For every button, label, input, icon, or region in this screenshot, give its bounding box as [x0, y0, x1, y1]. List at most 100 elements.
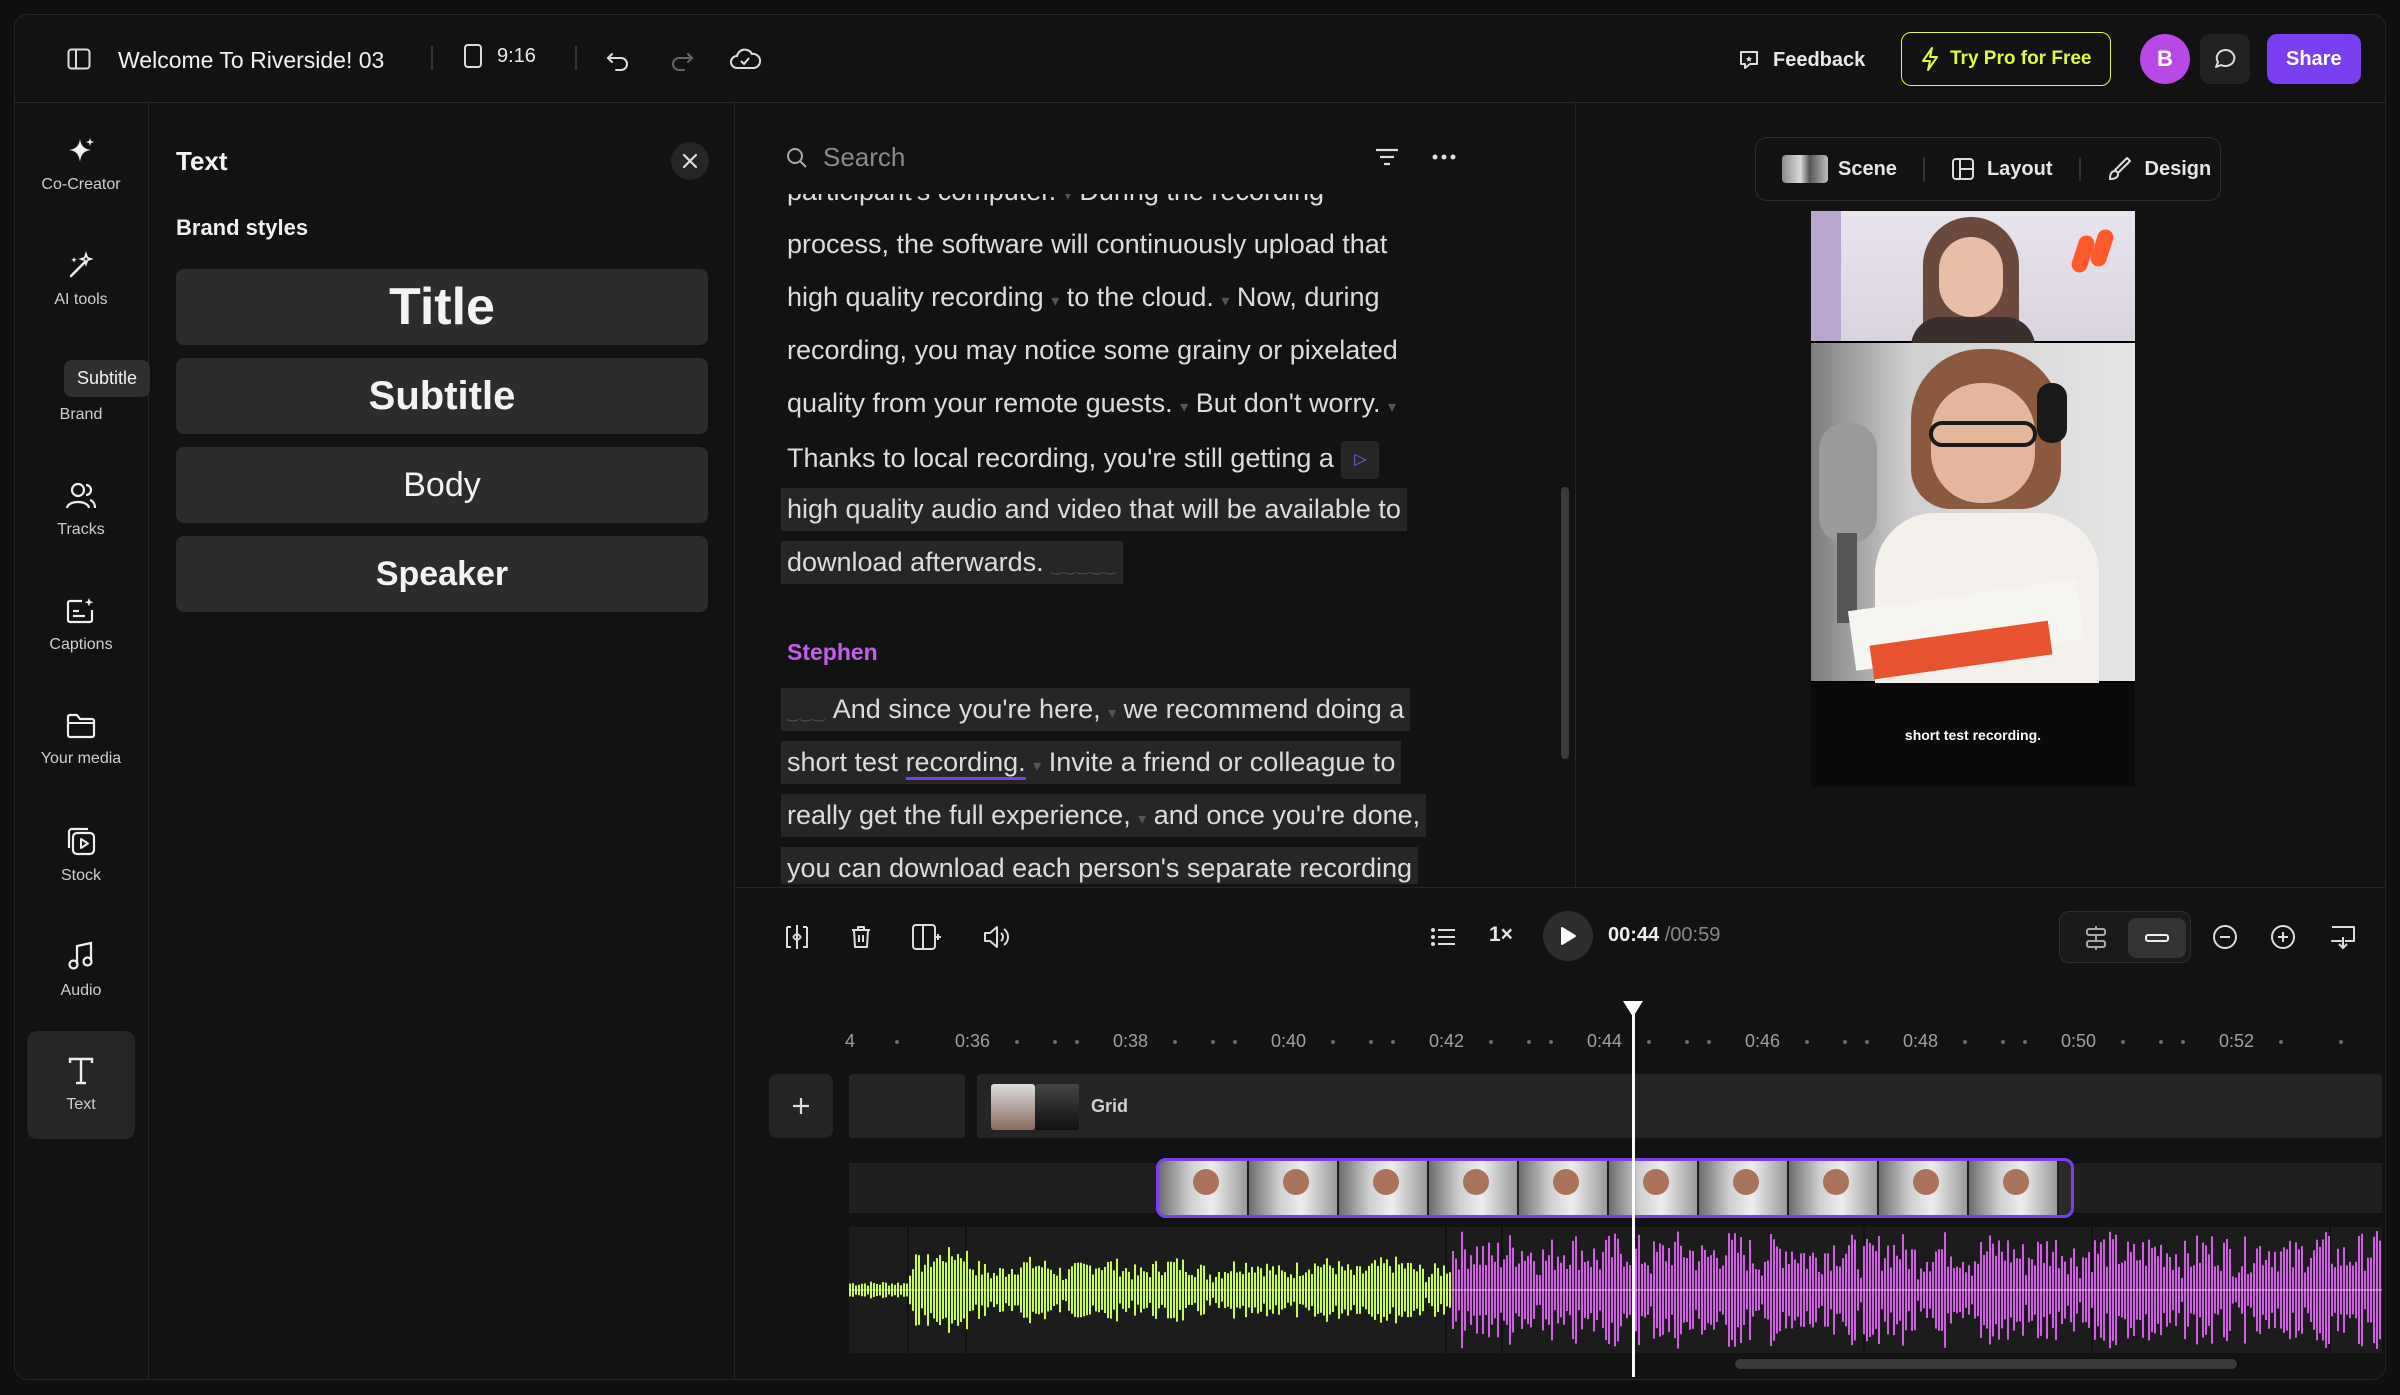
ruler-tick-label: 0:46 [1745, 1031, 1781, 1051]
style-body-button[interactable]: Body [176, 447, 708, 523]
clip-thumbnail [1249, 1161, 1339, 1215]
cloud-sync-icon[interactable] [725, 41, 765, 77]
magic-wand-icon [66, 251, 96, 281]
trash-icon[interactable] [843, 919, 879, 955]
grid-label: Grid [1091, 1096, 1129, 1116]
left-rail: Co-Creator AI tools Brand Tracks Caption… [15, 103, 149, 1379]
redo-icon[interactable] [665, 43, 699, 77]
chapters-list-icon[interactable] [1425, 919, 1461, 955]
timeline-scrollbar[interactable] [1735, 1359, 2237, 1369]
rail-item-text[interactable]: Text [27, 1031, 135, 1139]
more-options-icon[interactable] [1426, 139, 1462, 175]
try-pro-button[interactable]: Try Pro for Free [1901, 32, 2111, 86]
caption-text: short test recording. [1904, 727, 2042, 743]
ruler-dot [2121, 1040, 2125, 1044]
scene-clip-grid[interactable]: Grid [977, 1074, 2382, 1138]
filter-icon[interactable] [1369, 139, 1405, 175]
comments-button[interactable] [2200, 34, 2250, 84]
undo-icon[interactable] [601, 43, 635, 77]
rail-item-audio[interactable]: Audio [27, 916, 135, 1024]
ruler-dot [1173, 1040, 1177, 1044]
phone-icon [463, 43, 483, 69]
transcript-line[interactable]: high quality recording ▾ to the cloud. ▾… [787, 282, 1380, 313]
clip-thumbnail [1609, 1161, 1699, 1215]
search-icon [785, 146, 809, 170]
transcript-line[interactable]: short test recording. ▾ Invite a friend … [781, 741, 1402, 784]
ruler-dot [1647, 1040, 1651, 1044]
video-preview[interactable]: short test recording. [1811, 211, 2135, 787]
ruler-dot [1489, 1040, 1493, 1044]
rail-item-ai-tools[interactable]: AI tools [27, 226, 135, 334]
style-subtitle-button[interactable]: Subtitle [176, 358, 708, 434]
layout-tab[interactable]: Layout [1951, 157, 2053, 181]
audio-waveform[interactable] [849, 1227, 2382, 1353]
layout-label: Layout [1986, 157, 2053, 180]
playback-speed[interactable]: 1× [1489, 923, 1513, 947]
transcript-line[interactable]: participant's computer. ▾ During the rec… [787, 194, 1324, 207]
ruler-tick-label: 0:52 [2219, 1031, 2255, 1051]
transcript-line[interactable]: recording, you may notice some grainy or… [787, 335, 1398, 366]
zoom-out-icon[interactable] [2207, 919, 2243, 955]
search-input[interactable]: Search [823, 142, 905, 173]
add-layout-icon[interactable] [907, 919, 945, 955]
transcript-body: participant's computer. ▾ During the rec… [735, 194, 1535, 884]
fit-timeline-icon[interactable] [2325, 919, 2361, 955]
scene-tab[interactable]: Scene [1756, 155, 1897, 183]
split-icon[interactable] [779, 919, 815, 955]
clip-thumbnail [1339, 1161, 1429, 1215]
clip-thumbnail [1969, 1161, 2059, 1215]
style-speaker-button[interactable]: Speaker [176, 536, 708, 612]
share-button[interactable]: Share [2267, 34, 2361, 84]
ruler-tick-label: 0:40 [1271, 1031, 1307, 1051]
transcript-panel: Search participant's computer. ▾ During … [735, 103, 1576, 887]
preview-mode-toggle: Scene Layout Design [1755, 137, 2221, 201]
scene-clip[interactable] [849, 1074, 965, 1138]
transcript-line[interactable]: quality from your remote guests. ▾ But d… [787, 388, 1396, 419]
transcript-line[interactable]: high quality audio and video that will b… [781, 488, 1407, 531]
rail-label: Co-Creator [41, 176, 121, 193]
panel-heading: Text [176, 146, 228, 176]
add-track-button[interactable] [769, 1074, 833, 1138]
transcript-line[interactable]: really get the full experience, ▾ and on… [781, 794, 1427, 837]
transcript-scrollbar[interactable] [1561, 487, 1569, 759]
speaker-name: Stephen [787, 639, 878, 665]
project-title[interactable]: Welcome To Riverside! 03 [118, 45, 384, 75]
aspect-ratio-button[interactable]: 9:16 [463, 43, 536, 69]
section-label: Brand styles [176, 215, 309, 240]
expanded-view-icon[interactable] [2070, 918, 2122, 958]
rail-label: Stock [60, 867, 101, 884]
rail-item-your-media[interactable]: Your media [27, 686, 135, 794]
selected-video-clip[interactable] [1156, 1158, 2074, 1218]
style-title-button[interactable]: Title [176, 269, 708, 345]
design-tab[interactable]: Design [2107, 156, 2211, 182]
avatar[interactable]: B [2140, 34, 2190, 84]
close-panel-button[interactable] [671, 142, 709, 180]
playhead-handle-icon[interactable] [1623, 1001, 1643, 1017]
waveform-centerline [849, 1289, 2382, 1291]
zoom-in-icon[interactable] [2265, 919, 2301, 955]
volume-icon[interactable] [979, 919, 1015, 955]
transcript-line[interactable]: download afterwards. ‿‿‿‿‿ [781, 541, 1124, 584]
transcript-line[interactable]: Thanks to local recording, you're still … [787, 441, 1380, 479]
close-icon [682, 153, 698, 169]
transcript-line[interactable]: ‿‿‿ And since you're here, ▾ we recommen… [781, 688, 1411, 731]
rail-item-captions[interactable]: Captions [27, 571, 135, 679]
rail-item-tracks[interactable]: Tracks [27, 456, 135, 564]
try-pro-label: Try Pro for Free [1950, 48, 2092, 69]
play-marker-icon[interactable]: ▷ [1341, 441, 1380, 479]
ruler-dot [1865, 1040, 1869, 1044]
rail-item-co-creator[interactable]: Co-Creator [27, 111, 135, 219]
transcript-line[interactable]: process, the software will continuously … [787, 229, 1387, 260]
feedback-button[interactable]: Feedback [1737, 43, 1865, 77]
caption-overlay: short test recording. [1811, 683, 2135, 787]
compact-view-icon[interactable] [2128, 918, 2186, 958]
play-button[interactable] [1543, 911, 1593, 961]
playhead[interactable] [1632, 1005, 1635, 1377]
clip-thumbnail [1519, 1161, 1609, 1215]
rail-item-stock[interactable]: Stock [27, 801, 135, 909]
transcript-line[interactable]: you can download each person's separate … [781, 847, 1419, 884]
ruler-dot [1211, 1040, 1215, 1044]
search-field[interactable]: Search [785, 142, 1165, 173]
play-icon [1559, 926, 1577, 946]
sidebar-toggle-icon[interactable] [63, 43, 95, 75]
